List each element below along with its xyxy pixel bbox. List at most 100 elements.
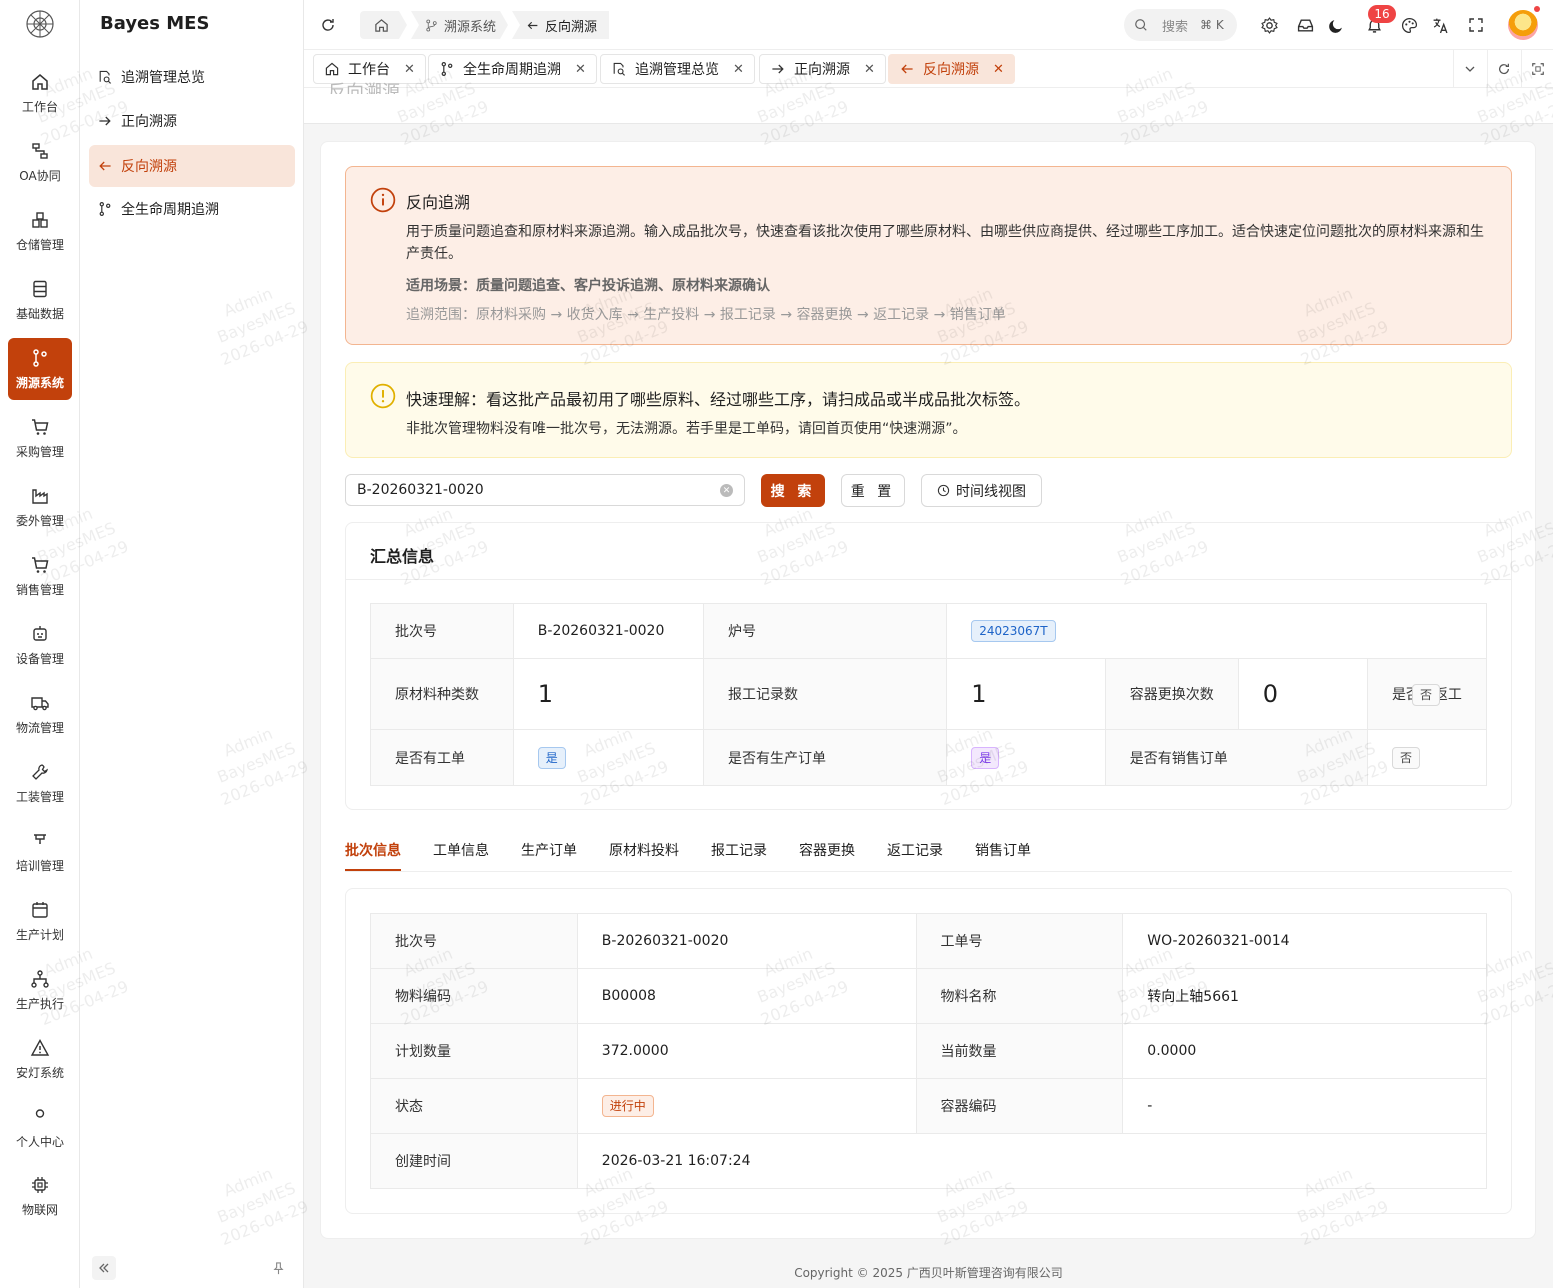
close-icon[interactable]: ✕ xyxy=(575,62,586,77)
sidebar-item-label: 正向溯源 xyxy=(121,114,177,130)
settings-button[interactable] xyxy=(1257,13,1281,37)
batch-no-label: 批次号 xyxy=(370,913,578,969)
page-tab[interactable]: 追溯管理总览 ✕ xyxy=(600,54,755,84)
close-icon[interactable]: ✕ xyxy=(404,62,415,77)
table-row: 计划数量 372.0000 当前数量 0.0000 xyxy=(370,1023,1487,1079)
rail-item[interactable]: 基础数据 xyxy=(8,269,72,331)
search-placeholder: 搜索 xyxy=(1162,19,1189,35)
table-row: 是否有工单 是 是否有生产订单 是 是否有销售订单 否 xyxy=(370,729,1488,786)
device-icon xyxy=(33,625,47,641)
theme-palette-button[interactable] xyxy=(1397,13,1421,37)
tab-label: 全生命周期追溯 xyxy=(463,62,561,78)
created-time-label: 创建时间 xyxy=(370,1133,578,1189)
summary-card-title: 汇总信息 xyxy=(370,547,435,566)
page-tab[interactable]: 正向溯源 ✕ xyxy=(759,54,886,84)
language-button[interactable] xyxy=(1428,13,1452,37)
rail-item[interactable]: 个人中心 xyxy=(8,1097,72,1159)
arrow-right-icon xyxy=(772,64,784,74)
app-brand: Bayes MES xyxy=(100,13,210,34)
sidebar-item[interactable]: 全生命周期追溯 xyxy=(89,188,295,230)
rail-item[interactable]: 安灯系统 xyxy=(8,1028,72,1090)
has-sales-order-cell: 否 xyxy=(1366,729,1488,786)
detail-tab[interactable]: 原材料投料 xyxy=(609,840,679,871)
rail-item[interactable]: 培训管理 xyxy=(8,821,72,883)
rail-item-label: OA协同 xyxy=(19,168,61,183)
page-tab[interactable]: 全生命周期追溯 ✕ xyxy=(428,54,597,84)
batch-search-field[interactable]: ✕ xyxy=(345,474,745,506)
breadcrumb-home[interactable] xyxy=(360,11,407,39)
maximize-icon xyxy=(1531,63,1544,75)
maximize-tab-button[interactable] xyxy=(1521,50,1553,88)
detail-tab[interactable]: 批次信息 xyxy=(345,840,401,871)
search-doc-icon xyxy=(613,62,625,76)
info-alert-description: 用于质量问题追查和原材料来源追溯。输入成品批次号，快速查看该批次使用了哪些原材料… xyxy=(406,224,1484,262)
rail-item-label: 设备管理 xyxy=(15,651,64,666)
info-alert: 反向追溯 用于质量问题追查和原材料来源追溯。输入成品批次号，快速查看该批次使用了… xyxy=(345,166,1512,345)
online-status-dot xyxy=(1534,6,1540,12)
reload-tab-button[interactable] xyxy=(1487,50,1519,88)
search-shortcut: ⌘ K xyxy=(1200,18,1224,32)
rail-item[interactable]: 物联网 xyxy=(8,1165,72,1227)
breadcrumb-reverse-trace[interactable]: 反向溯源 xyxy=(512,11,610,39)
rail-item[interactable]: 溯源系统 xyxy=(8,338,72,400)
tab-icon xyxy=(324,61,340,77)
table-row: 创建时间 2026-03-21 16:07:24 xyxy=(370,1133,1488,1189)
rail-item[interactable]: 生产执行 xyxy=(8,959,72,1021)
dark-mode-toggle[interactable] xyxy=(1324,13,1348,37)
table-row: 物料编码 B00008 物料名称 转向上轴5661 xyxy=(370,968,1487,1024)
refresh-button[interactable] xyxy=(316,13,340,37)
material-name-value: 转向上轴5661 xyxy=(1122,968,1487,1024)
detail-tab[interactable]: 容器更换 xyxy=(799,840,855,871)
rail-item[interactable]: 采购管理 xyxy=(8,407,72,469)
close-icon[interactable]: ✕ xyxy=(864,62,875,77)
close-icon[interactable]: ✕ xyxy=(993,62,1004,77)
detail-tab[interactable]: 工单信息 xyxy=(433,840,489,871)
user-avatar[interactable] xyxy=(1508,10,1538,40)
batch-search-input[interactable] xyxy=(357,482,697,498)
rail-item[interactable]: 设备管理 xyxy=(8,614,72,676)
close-icon[interactable]: ✕ xyxy=(733,62,744,77)
breadcrumb-trace-system[interactable]: 溯源系统 xyxy=(411,11,508,39)
rail-item-label: 采购管理 xyxy=(15,444,64,459)
pin-sidebar-button[interactable] xyxy=(266,1256,290,1280)
clear-input-icon[interactable]: ✕ xyxy=(720,484,733,497)
detail-tab[interactable]: 生产订单 xyxy=(521,840,577,871)
logo-icon xyxy=(26,10,54,38)
detail-tab[interactable]: 返工记录 xyxy=(887,840,943,871)
timeline-view-button[interactable]: 时间线视图 xyxy=(921,474,1042,507)
rail-item[interactable]: 物流管理 xyxy=(8,683,72,745)
sidebar-item[interactable]: 正向溯源 xyxy=(89,100,295,142)
rail-item[interactable]: 销售管理 xyxy=(8,545,72,607)
rail-item[interactable]: 工作台 xyxy=(8,62,72,124)
inbox-button[interactable] xyxy=(1293,13,1317,37)
inbox-icon xyxy=(1297,18,1313,32)
breadcrumb-label: 反向溯源 xyxy=(545,19,598,35)
cart-icon xyxy=(32,556,49,573)
page-tab[interactable]: 反向溯源 ✕ xyxy=(888,54,1015,84)
rail-item[interactable]: 生产计划 xyxy=(8,890,72,952)
global-search[interactable]: 搜索 ⌘ K xyxy=(1124,9,1237,41)
reset-button[interactable]: 重 置 xyxy=(841,474,905,507)
collapse-sidebar-button[interactable] xyxy=(92,1256,116,1280)
sidebar-item[interactable]: 追溯管理总览 xyxy=(89,56,295,98)
rail-item-icon xyxy=(30,1038,50,1058)
planned-qty-value: 372.0000 xyxy=(576,1023,917,1079)
has-rework-tag: 否 xyxy=(1412,684,1441,706)
detail-tab[interactable]: 报工记录 xyxy=(711,840,767,871)
rail-item[interactable]: 工装管理 xyxy=(8,752,72,814)
rail-item-icon xyxy=(30,486,50,506)
user-icon xyxy=(35,1108,45,1118)
training-icon xyxy=(30,831,50,851)
rail-item[interactable]: OA协同 xyxy=(8,131,72,193)
factory-icon xyxy=(32,488,48,504)
detail-tab[interactable]: 销售订单 xyxy=(975,840,1031,871)
work-order-no-value: WO-20260321-0014 xyxy=(1122,913,1487,969)
fullscreen-button[interactable] xyxy=(1464,13,1488,37)
rail-item[interactable]: 委外管理 xyxy=(8,476,72,538)
warning-alert-description: 非批次管理物料没有唯一批次号，无法溯源。若手里是工单码，请回首页使用“快速溯源”… xyxy=(406,421,967,437)
has-work-order-cell: 是 xyxy=(512,729,705,786)
search-button[interactable]: 搜 索 xyxy=(761,474,825,507)
rail-item[interactable]: 仓储管理 xyxy=(8,200,72,262)
tabs-dropdown-button[interactable] xyxy=(1453,50,1485,88)
sidebar-item[interactable]: 反向溯源 xyxy=(89,145,295,187)
